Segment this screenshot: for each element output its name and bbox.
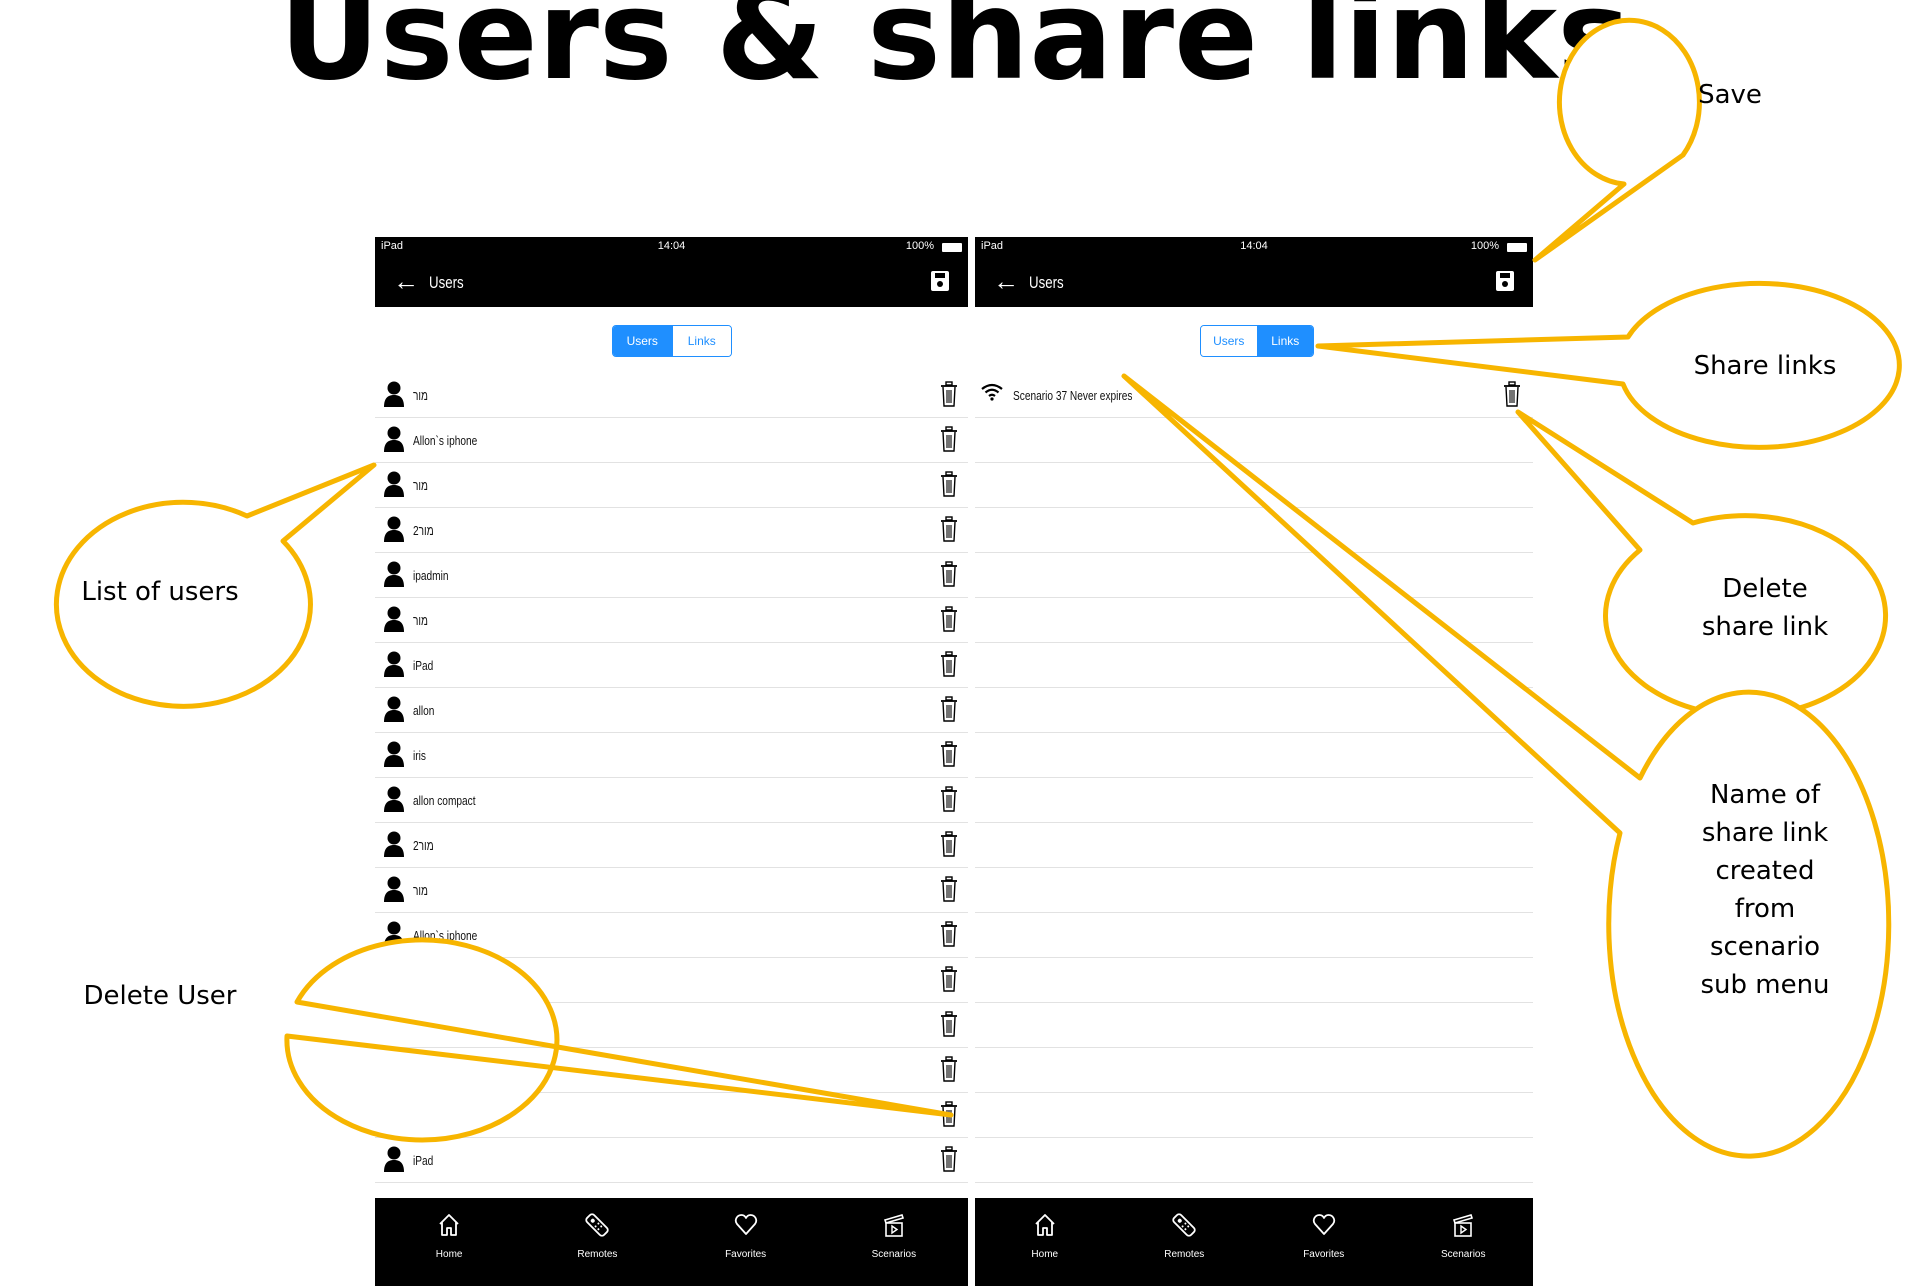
- callout-name-link-line-2: share link: [1701, 818, 1829, 848]
- callout-name-link-line-4: from: [1734, 894, 1796, 924]
- callout-delete-link-bubble: [1515, 409, 1889, 719]
- callout-delete-user-bubble: [284, 937, 954, 1143]
- callout-name-link-line-1: Name of: [1709, 780, 1821, 810]
- callout-layer: [53, 17, 1902, 1159]
- callout-delete-link-line-1: Delete: [1722, 574, 1808, 604]
- callout-name-link-line-6: sub menu: [1700, 970, 1830, 1000]
- callout-save-label: Save: [1698, 80, 1762, 110]
- callout-delete-link-label: Delete share link: [1660, 570, 1870, 646]
- callout-list-users-label: List of users: [81, 577, 239, 607]
- callout-name-link-line-3: created: [1715, 856, 1815, 886]
- callout-name-link-bubble: [1121, 373, 1892, 1159]
- callout-delete-user-label: Delete User: [83, 981, 237, 1011]
- callout-name-link-line-5: scenario: [1709, 932, 1821, 962]
- callout-share-links-label: Share links: [1693, 351, 1837, 381]
- callout-delete-link-line-2: share link: [1701, 612, 1829, 642]
- callout-save-bubble: [1532, 17, 1702, 263]
- callout-name-link-label: Name of share link created from scenario…: [1660, 776, 1870, 1004]
